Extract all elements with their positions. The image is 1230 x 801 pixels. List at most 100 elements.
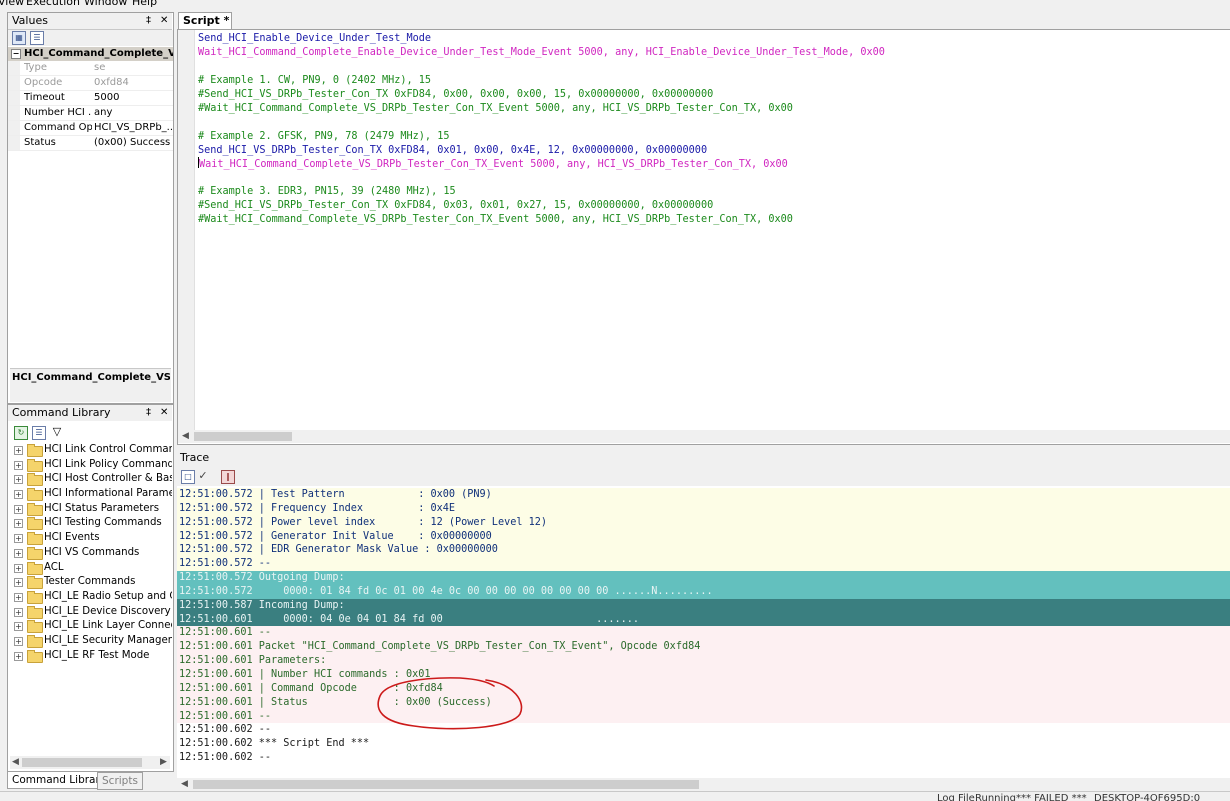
tree-item[interactable]: + HCI_LE Radio Setup and Configuration [12, 590, 172, 605]
tree-item[interactable]: + Tester Commands [12, 575, 172, 590]
trace-timestamp: 12:51:00.572 [179, 516, 253, 528]
tab-script[interactable]: Script * [178, 12, 232, 29]
tree-item[interactable]: + HCI VS Commands [12, 546, 172, 561]
horizontal-scrollbar[interactable]: ◀ [178, 430, 1230, 443]
trace-log[interactable]: 12:51:00.572 | Test Pattern : 0x00 (PN9)… [177, 486, 1230, 778]
property-value[interactable]: se [94, 61, 172, 75]
expand-icon[interactable]: + [14, 490, 23, 500]
script-line-text: Send_HCI_VS_DRPb_Tester_Con_TX 0xFD84, 0… [198, 144, 708, 156]
menu-execution[interactable]: Execution [26, 0, 80, 8]
script-line: # Example 1. CW, PN9, 0 (2402 MHz), 15 [198, 74, 885, 88]
filter-icon[interactable]: ▽ [51, 426, 63, 438]
scrollbar-thumb[interactable] [194, 432, 292, 441]
tree-item[interactable]: + HCI_LE RF Test Mode [12, 649, 172, 664]
scroll-left-icon[interactable]: ◀ [182, 430, 189, 443]
expand-icon[interactable]: + [14, 504, 23, 514]
tree-item-label: Tester Commands [44, 576, 136, 588]
tree-item[interactable]: + HCI Link Policy Commands [12, 458, 172, 473]
menu-help[interactable]: Help [132, 0, 157, 8]
property-row[interactable]: Status (0x00) Success [8, 136, 173, 151]
trace-timestamp: 12:51:00.572 [179, 544, 253, 556]
tree-item[interactable]: + HCI Events [12, 531, 172, 546]
alphabetical-icon[interactable]: ☰ [30, 31, 44, 45]
property-row[interactable]: Command Op...HCI_VS_DRPb_... [8, 121, 173, 136]
property-value[interactable]: (0x00) Success [94, 136, 172, 150]
clear-brush-icon[interactable]: ✓ [197, 470, 209, 482]
trace-line: 12:51:00.572 | Generator Init Value : 0x… [177, 529, 1230, 544]
list-view-icon[interactable]: ☰ [32, 426, 46, 440]
expand-icon[interactable]: + [14, 622, 23, 632]
script-line-text: Wait_HCI_Command_Complete_Enable_Device_… [198, 46, 885, 58]
menu-bar: View Execution Window Help [0, 0, 1230, 10]
property-value[interactable]: 5000 [94, 91, 172, 105]
tree-item[interactable]: + HCI_LE Link Layer Connection [12, 619, 172, 634]
expand-icon[interactable]: + [14, 446, 23, 455]
property-group[interactable]: − HCI_Command_Complete_V... [8, 47, 173, 61]
script-line: Wait_HCI_Command_Complete_Enable_Device_… [198, 46, 885, 60]
scroll-left-icon[interactable]: ◀ [181, 778, 188, 791]
script-line-text: #Wait_HCI_Command_Complete_VS_DRPb_Teste… [198, 214, 793, 226]
expand-icon[interactable]: + [14, 607, 23, 617]
expand-icon[interactable]: + [14, 592, 23, 602]
property-row[interactable]: Timeout 5000 [8, 91, 173, 106]
property-value[interactable]: HCI_VS_DRPb_... [94, 121, 172, 135]
expand-icon[interactable]: + [14, 578, 23, 588]
menu-window[interactable]: Window [84, 0, 127, 8]
scroll-left-icon[interactable]: ◀ [12, 756, 19, 769]
new-page-icon[interactable]: □ [181, 470, 195, 484]
pin-icon[interactable]: ‡ [146, 405, 151, 421]
script-text[interactable]: Send_HCI_Enable_Device_Under_Test_Mode Wa… [198, 32, 885, 227]
trace-message: | Generator Init Value : 0x00000000 [252, 530, 492, 542]
tree-item[interactable]: + HCI Status Parameters [12, 502, 172, 517]
expand-icon[interactable]: + [14, 519, 23, 529]
categorized-icon[interactable]: ▦ [12, 31, 26, 45]
expand-icon[interactable]: + [14, 563, 23, 573]
folder-icon [27, 473, 43, 487]
trace-message: | Status : 0x00 (Success) [252, 696, 492, 708]
close-icon[interactable]: ✕ [160, 13, 168, 29]
pin-icon[interactable]: ‡ [146, 13, 151, 29]
scroll-right-icon[interactable]: ▶ [160, 756, 167, 769]
folder-icon [27, 517, 43, 531]
scrollbar-thumb[interactable] [22, 758, 142, 767]
expand-icon[interactable]: + [14, 548, 23, 558]
horizontal-scrollbar[interactable]: ◀ ▶ [10, 756, 170, 769]
expand-icon[interactable]: + [14, 475, 23, 485]
collapse-icon[interactable]: − [11, 49, 21, 59]
tree-item[interactable]: + HCI_LE Device Discovery [12, 605, 172, 620]
tree-item-label: HCI Testing Commands [44, 517, 162, 529]
tab-scripts[interactable]: Scripts [97, 772, 143, 790]
tree-item[interactable]: + ACL [12, 561, 172, 576]
expand-icon[interactable]: + [14, 636, 23, 646]
expand-icon[interactable]: + [14, 534, 23, 544]
horizontal-scrollbar[interactable]: ◀ [177, 778, 1230, 791]
expand-icon[interactable]: + [14, 651, 23, 661]
tree-item-label: HCI Informational Parameters [44, 488, 172, 500]
left-bottom-tabs: Command Library Scripts [7, 772, 172, 790]
tab-command-library[interactable]: Command Library [7, 772, 112, 789]
trace-message: 0000: 04 0e 04 01 84 fd 00 ....... [252, 613, 640, 625]
script-line: # Example 3. EDR3, PN15, 39 (2480 MHz), … [198, 185, 885, 199]
expand-icon[interactable]: + [14, 460, 23, 470]
trace-line: 12:51:00.602 -- [177, 723, 1230, 738]
close-icon[interactable]: ✕ [160, 405, 168, 421]
property-row[interactable]: Type se [8, 61, 173, 76]
refresh-icon[interactable]: ↻ [14, 426, 28, 440]
scrollbar-thumb[interactable] [193, 780, 699, 789]
property-row[interactable]: Opcode 0xfd84 [8, 76, 173, 91]
tree-item[interactable]: + HCI Host Controller & Baseband [12, 472, 172, 487]
property-value[interactable]: 0xfd84 [94, 76, 172, 90]
trace-line: 12:51:00.572 | Power level index : 12 (P… [177, 515, 1230, 530]
menu-view[interactable]: View [0, 0, 24, 8]
script-editor[interactable]: Send_HCI_Enable_Device_Under_Test_Mode Wa… [177, 29, 1230, 445]
trace-message: Parameters: [252, 655, 327, 667]
tree-item[interactable]: + HCI Link Control Commands [12, 443, 172, 458]
trace-timestamp: 12:51:00.601 [179, 682, 253, 694]
property-row[interactable]: Number HCI ... any [8, 106, 173, 121]
tree-item[interactable]: + HCI Informational Parameters [12, 487, 172, 502]
tree-item-label: HCI Host Controller & Baseband [44, 473, 172, 485]
property-value[interactable]: any [94, 106, 172, 120]
tree-item[interactable]: + HCI Testing Commands [12, 516, 172, 531]
tree-item[interactable]: + HCI_LE Security Management [12, 634, 172, 649]
pause-icon[interactable]: ‖ [221, 470, 235, 484]
